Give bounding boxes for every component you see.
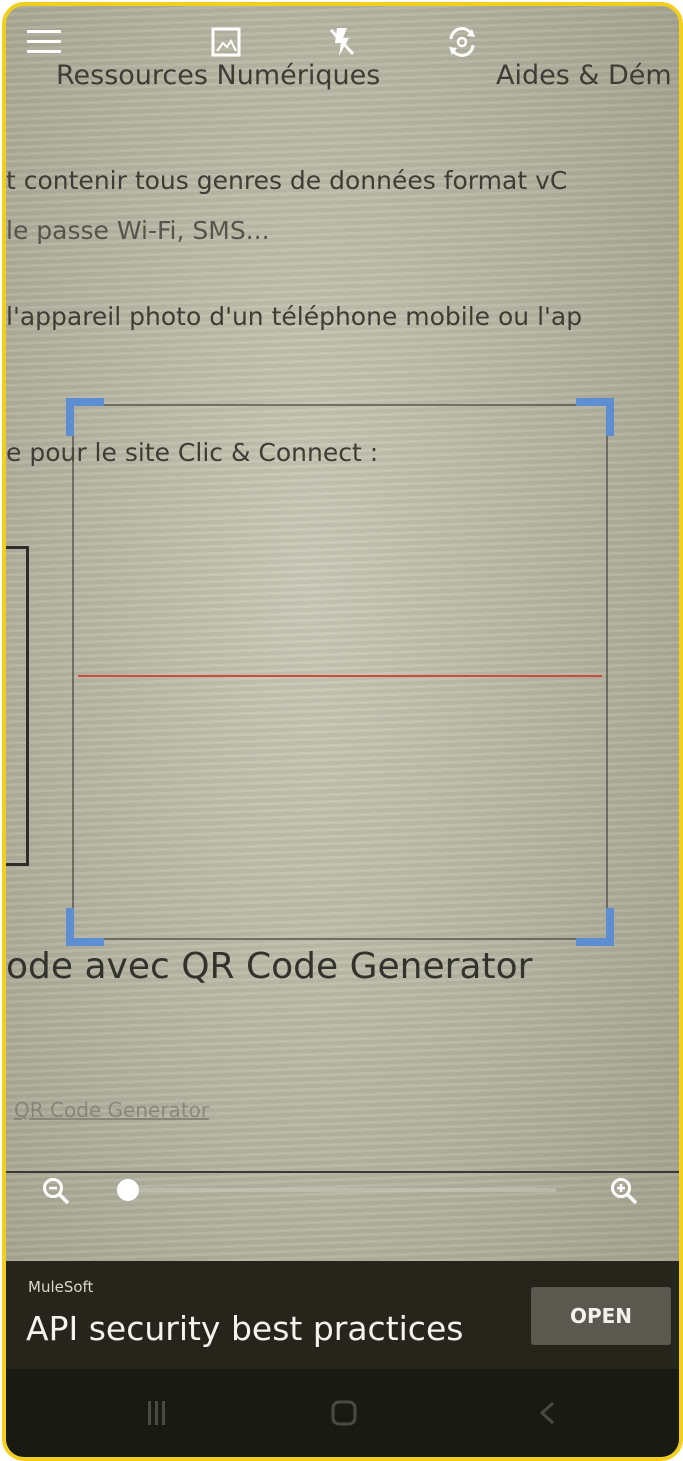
zoom-slider-thumb[interactable] [117, 1179, 139, 1201]
zoom-in-icon[interactable] [604, 1171, 644, 1211]
system-navbar [6, 1369, 679, 1457]
ad-sponsor: MuleSoft [28, 1278, 94, 1296]
zoom-out-icon[interactable] [36, 1171, 76, 1211]
flash-off-icon[interactable] [320, 20, 364, 64]
menu-icon[interactable] [22, 20, 66, 64]
gallery-icon[interactable] [204, 20, 248, 64]
scan-frame-corner-top-left [66, 398, 104, 436]
recent-apps-icon[interactable] [134, 1391, 178, 1435]
ad-headline[interactable]: API security best practices [26, 1309, 463, 1348]
switch-camera-icon[interactable] [440, 20, 484, 64]
paper-text-header-left: Ressources Numériques [56, 60, 381, 91]
paper-text-link: QR Code Generator [14, 1098, 210, 1122]
scan-frame-corner-bottom-right [576, 908, 614, 946]
camera-viewfinder[interactable]: Ressources Numériques Aides & Dém t cont… [6, 6, 679, 1457]
back-icon[interactable] [526, 1391, 570, 1435]
scan-frame-corner-top-right [576, 398, 614, 436]
paper-text-line-1: t contenir tous genres de données format… [6, 166, 568, 195]
scan-frame [66, 398, 614, 946]
zoom-control [6, 1151, 679, 1231]
paper-text-header-right: Aides & Dém [496, 60, 672, 91]
paper-text-line-3: l'appareil photo d'un téléphone mobile o… [6, 302, 583, 331]
paper-qr-box [6, 546, 29, 866]
ad-banner[interactable]: MuleSoft API security best practices OPE… [6, 1261, 679, 1369]
scan-line [78, 675, 602, 677]
zoom-slider[interactable] [116, 1179, 556, 1201]
phone-frame: Ressources Numériques Aides & Dém t cont… [2, 2, 683, 1461]
scan-frame-corner-bottom-left [66, 908, 104, 946]
home-icon[interactable] [322, 1391, 366, 1435]
paper-text-line-2: le passe Wi-Fi, SMS... [6, 216, 270, 245]
ad-open-button[interactable]: OPEN [531, 1287, 671, 1345]
paper-text-heading: ode avec QR Code Generator [6, 946, 533, 987]
